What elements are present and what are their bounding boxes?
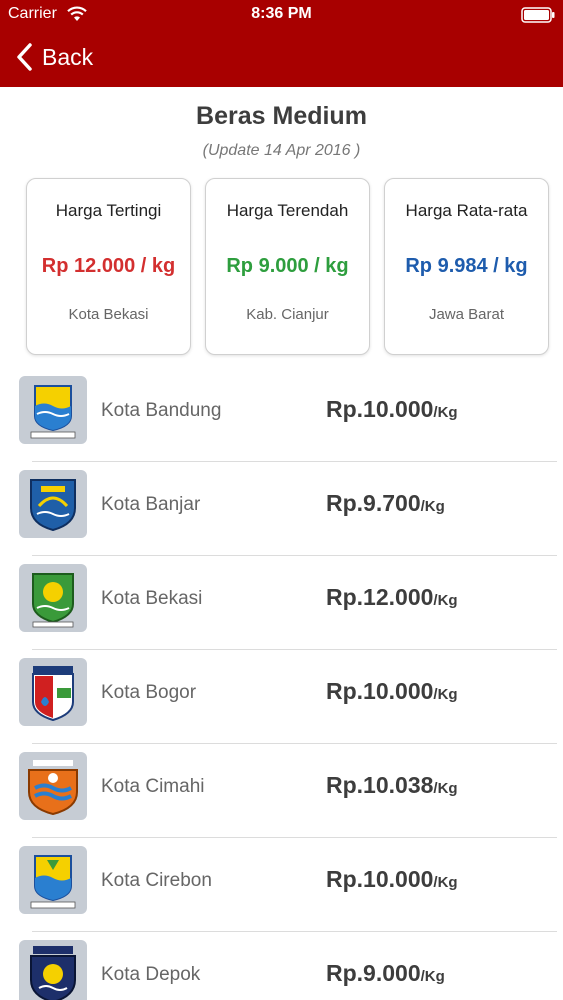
price-unit: /Kg [420, 968, 445, 985]
card-region: Kota Bekasi [68, 306, 149, 323]
city-name: Kota Depok [101, 964, 201, 985]
update-date: (Update 14 Apr 2016 ) [202, 142, 361, 159]
card-price: Rp 12.000 / kg [41, 255, 176, 277]
chevron-left-icon [17, 43, 32, 71]
kota-depok-crest-icon [19, 940, 87, 1000]
city-name: Kota Banjar [101, 494, 201, 515]
city-row-kota-cimahi[interactable]: Kota Cimahi Rp.10.038/Kg [0, 744, 563, 838]
city-name: Kota Cimahi [101, 776, 205, 797]
price-unit: /Kg [433, 592, 458, 609]
highest-price-card: Harga Tertingi Rp 12.000 / kg Kota Bekas… [26, 178, 191, 355]
back-button[interactable]: Back [14, 40, 93, 74]
city-row-kota-bandung[interactable]: Kota Bandung Rp.10.000/Kg [0, 368, 563, 462]
kota-banjar-crest-icon [19, 470, 87, 538]
city-price: Rp.10.000/Kg [326, 866, 458, 892]
city-name: Kota Bogor [101, 682, 197, 703]
city-price: Rp.10.000/Kg [326, 678, 458, 704]
city-row-kota-bogor[interactable]: Kota Bogor Rp.10.000/Kg [0, 650, 563, 744]
average-price-card: Harga Rata-rata Rp 9.984 / kg Jawa Barat [384, 178, 549, 355]
price-unit: /Kg [433, 874, 458, 891]
price-unit: /Kg [420, 498, 445, 515]
lowest-price-card: Harga Terendah Rp 9.000 / kg Kab. Cianju… [205, 178, 370, 355]
price-unit: /Kg [433, 686, 458, 703]
city-name: Kota Cirebon [101, 870, 212, 891]
city-row-kota-banjar[interactable]: Kota Banjar Rp.9.700/Kg [0, 462, 563, 556]
kota-bandung-crest-icon [19, 376, 87, 444]
card-label: Harga Tertingi [55, 201, 162, 220]
city-price: Rp.12.000/Kg [326, 584, 458, 610]
city-row-kota-bekasi[interactable]: Kota Bekasi Rp.12.000/Kg [0, 556, 563, 650]
card-region: Kab. Cianjur [246, 306, 329, 323]
kota-bekasi-crest-icon [19, 564, 87, 632]
city-name: Kota Bandung [101, 400, 222, 421]
status-time: 8:36 PM [251, 5, 312, 22]
card-label: Harga Terendah [226, 201, 349, 220]
city-price: Rp.9.700/Kg [326, 490, 445, 516]
price-unit: /Kg [433, 780, 458, 797]
kota-cirebon-crest-icon [19, 846, 87, 914]
status-bar: Carrier 8:36 PM [0, 0, 563, 30]
city-row-kota-depok[interactable]: Kota Depok Rp.9.000/Kg [0, 932, 563, 1000]
kota-cimahi-crest-icon [19, 752, 87, 820]
city-price: Rp.10.000/Kg [326, 396, 458, 422]
page-title: Beras Medium [196, 102, 367, 130]
app-header: Carrier 8:36 PM Back [0, 0, 563, 87]
card-label: Harga Rata-rata [405, 201, 528, 220]
battery-icon [521, 7, 555, 23]
price-unit: /Kg [433, 404, 458, 421]
kota-bogor-crest-icon [19, 658, 87, 726]
card-region: Jawa Barat [428, 306, 505, 323]
city-price: Rp.9.000/Kg [326, 960, 445, 986]
card-price: Rp 9.984 / kg [405, 255, 528, 277]
city-price: Rp.10.038/Kg [326, 772, 458, 798]
card-price: Rp 9.000 / kg [226, 255, 349, 277]
back-label: Back [42, 43, 94, 70]
city-price-list: Kota Bandung Rp.10.000/Kg Kota Banjar Rp… [0, 368, 563, 1000]
city-row-kota-cirebon[interactable]: Kota Cirebon Rp.10.000/Kg [0, 838, 563, 932]
city-name: Kota Bekasi [101, 588, 203, 609]
